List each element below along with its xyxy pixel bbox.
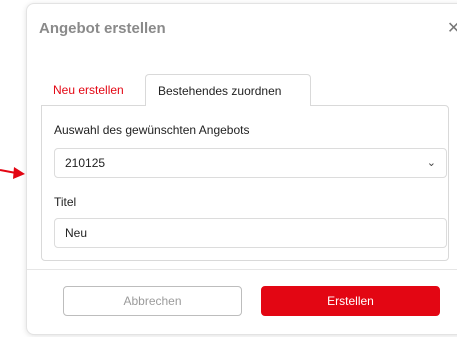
tab-neu-erstellen[interactable]: Neu erstellen	[41, 74, 145, 106]
create-offer-dialog: Angebot erstellen ✕ Neu erstellen Besteh…	[26, 3, 457, 335]
footer-divider	[27, 269, 457, 270]
title-input[interactable]: Neu	[54, 218, 447, 248]
arrow-icon	[0, 167, 25, 179]
tab-panel: Auswahl des gewünschten Angebots 210125 …	[41, 105, 449, 261]
close-icon[interactable]: ✕	[447, 21, 457, 37]
tab-bestehendes-zuordnen[interactable]: Bestehendes zuordnen	[145, 74, 311, 106]
title-input-value: Neu	[65, 226, 88, 240]
offer-select[interactable]: 210125 ⌄	[54, 148, 447, 178]
chevron-down-icon: ⌄	[426, 157, 436, 169]
title-label: Titel	[54, 195, 77, 209]
offer-select-label: Auswahl des gewünschten Angebots	[54, 123, 250, 137]
dialog-title: Angebot erstellen	[39, 20, 166, 37]
cancel-button[interactable]: Abbrechen	[63, 286, 242, 316]
offer-select-value: 210125	[65, 156, 106, 170]
create-button[interactable]: Erstellen	[261, 286, 440, 316]
tab-bar: Neu erstellen Bestehendes zuordnen	[41, 74, 457, 106]
